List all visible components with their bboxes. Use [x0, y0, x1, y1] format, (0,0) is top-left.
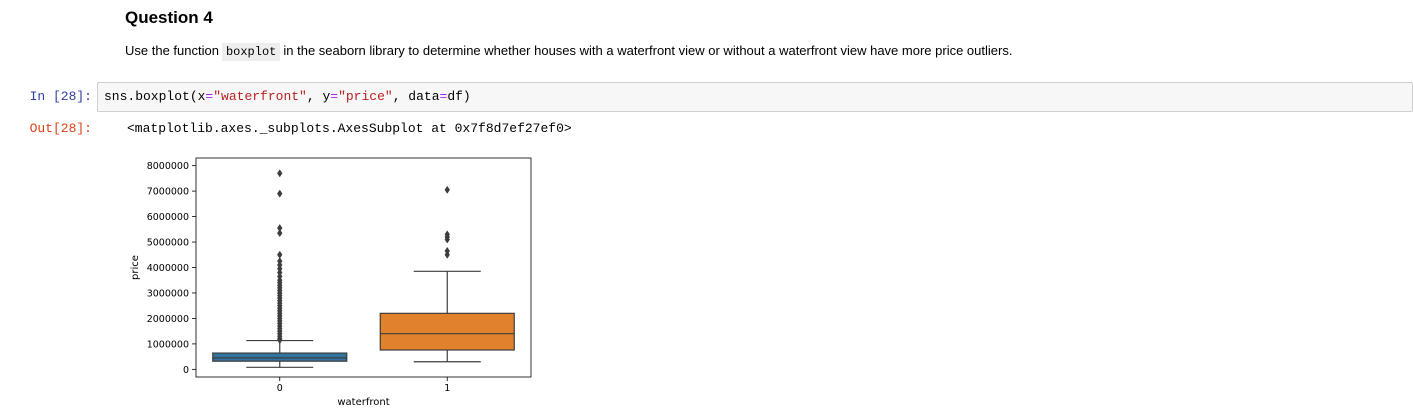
x-tick-label: 1 [444, 383, 450, 394]
outlier-point [277, 223, 283, 233]
y-tick-label: 3000000 [147, 288, 189, 299]
x-tick-label: 0 [277, 383, 283, 394]
y-tick-label: 7000000 [147, 187, 189, 198]
outlier-point [277, 189, 283, 198]
outlier-point [277, 169, 283, 178]
y-tick-label: 0 [183, 365, 189, 376]
y-tick-label: 8000000 [147, 161, 189, 172]
box-iqr [379, 312, 515, 351]
y-tick-label: 1000000 [147, 339, 189, 350]
x-axis-label: waterfront [337, 397, 389, 408]
boxplot-chart: 0 1000000 2000000 3000000 4000000 5000000 6000… [130, 157, 532, 408]
y-tick-label: 2000000 [147, 314, 189, 325]
y-tick-label: 4000000 [147, 263, 189, 274]
y-tick-label: 5000000 [147, 238, 189, 249]
outlier-point [277, 250, 283, 259]
box-iqr [212, 352, 348, 362]
y-tick-label: 6000000 [147, 212, 189, 223]
y-axis-label: price [130, 255, 141, 280]
outlier-point [444, 185, 450, 194]
